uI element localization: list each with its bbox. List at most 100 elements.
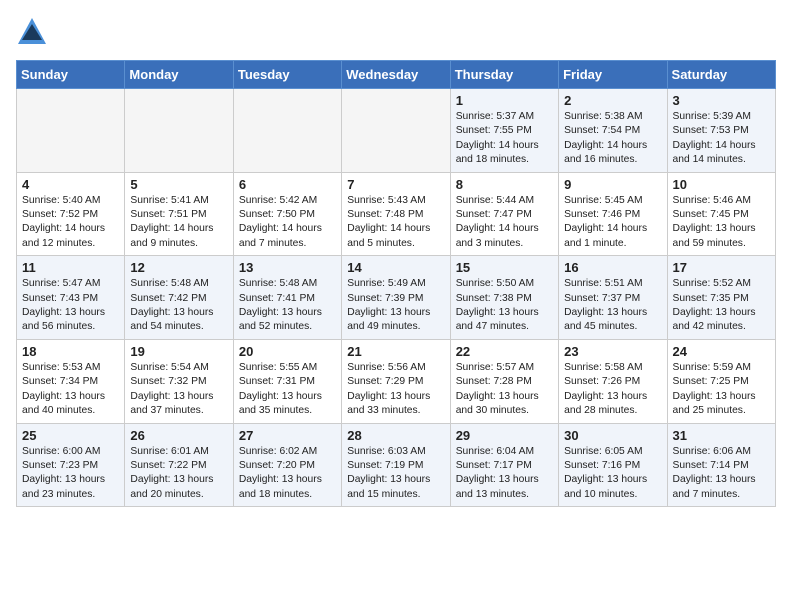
calendar-cell: 14 Sunrise: 5:49 AMSunset: 7:39 PMDayligh… xyxy=(342,256,450,340)
calendar-cell: 2Sunrise: 5:38 AMSunset: 7:54 PMDaylight… xyxy=(559,89,667,173)
calendar-cell: 17Sunrise: 5:52 AMSunset: 7:35 PMDayligh… xyxy=(667,256,775,340)
cell-info: Sunrise: 5:50 AM xyxy=(456,277,553,291)
calendar-cell: 27 Sunrise: 6:02 AMSunset: 7:20 PMDayligh… xyxy=(233,423,341,507)
day-number: 3 xyxy=(673,93,770,108)
cell-info: Sunset: 7:39 PM xyxy=(347,292,444,306)
cell-info: Sunset: 7:29 PM xyxy=(347,375,444,389)
day-number: 24 xyxy=(673,344,770,359)
cell-info: Sunrise: 6:05 AM xyxy=(564,445,661,459)
day-number: 22 xyxy=(456,344,553,359)
cell-info: Sunset: 7:46 PM xyxy=(564,208,661,222)
day-number: 13 xyxy=(239,260,336,275)
calendar-cell: 6Sunrise: 5:42 AMSunset: 7:50 PMDaylight… xyxy=(233,172,341,256)
calendar-cell: 26Sunrise: 6:01 AMSunset: 7:22 PMDayligh… xyxy=(125,423,233,507)
calendar-cell: 18Sunrise: 5:53 AMSunset: 7:34 PMDayligh… xyxy=(17,339,125,423)
cell-info: and 30 minutes. xyxy=(456,404,553,418)
calendar-cell: 11Sunrise: 5:47 AMSunset: 7:43 PMDayligh… xyxy=(17,256,125,340)
cell-info: and 33 minutes. xyxy=(347,404,444,418)
cell-info: and 13 minutes. xyxy=(456,488,553,502)
calendar-cell: 16Sunrise: 5:51 AMSunset: 7:37 PMDayligh… xyxy=(559,256,667,340)
day-number: 27 xyxy=(239,428,336,443)
cell-info: Sunset: 7:35 PM xyxy=(673,292,770,306)
cell-info: Daylight: 14 hours xyxy=(22,222,119,236)
cell-info: Sunset: 7:47 PM xyxy=(456,208,553,222)
cell-info: and 37 minutes. xyxy=(130,404,227,418)
cell-info: Sunrise: 5:40 AM xyxy=(22,194,119,208)
cell-info: Sunrise: 5:53 AM xyxy=(22,361,119,375)
cell-info: Sunrise: 5:52 AM xyxy=(673,277,770,291)
calendar-cell: 22Sunrise: 5:57 AMSunset: 7:28 PMDayligh… xyxy=(450,339,558,423)
cell-info: and 18 minutes. xyxy=(456,153,553,167)
calendar-table: SundayMondayTuesdayWednesdayThursdayFrid… xyxy=(16,60,776,507)
cell-info: Sunrise: 5:48 AM xyxy=(130,277,227,291)
cell-info: Sunset: 7:17 PM xyxy=(456,459,553,473)
day-number: 28 xyxy=(347,428,444,443)
cell-info: Daylight: 13 hours xyxy=(673,306,770,320)
col-header-tuesday: Tuesday xyxy=(233,61,341,89)
cell-info: and 25 minutes. xyxy=(673,404,770,418)
day-number: 6 xyxy=(239,177,336,192)
cell-info: Daylight: 14 hours xyxy=(564,139,661,153)
day-number: 21 xyxy=(347,344,444,359)
cell-info: Sunrise: 5:41 AM xyxy=(130,194,227,208)
cell-info: Sunset: 7:52 PM xyxy=(22,208,119,222)
cell-info: Daylight: 13 hours xyxy=(347,306,444,320)
cell-info: Sunset: 7:25 PM xyxy=(673,375,770,389)
cell-info: and 7 minutes. xyxy=(673,488,770,502)
cell-info: Daylight: 13 hours xyxy=(239,390,336,404)
day-number: 31 xyxy=(673,428,770,443)
cell-info: Sunrise: 5:55 AM xyxy=(239,361,336,375)
calendar-cell: 31Sunrise: 6:06 AMSunset: 7:14 PMDayligh… xyxy=(667,423,775,507)
cell-info: Sunrise: 5:49 AM xyxy=(347,277,444,291)
cell-info: Daylight: 14 hours xyxy=(239,222,336,236)
cell-info: Sunset: 7:48 PM xyxy=(347,208,444,222)
cell-info: Sunset: 7:43 PM xyxy=(22,292,119,306)
cell-info: Sunrise: 5:43 AM xyxy=(347,194,444,208)
cell-info: and 16 minutes. xyxy=(564,153,661,167)
calendar-cell xyxy=(233,89,341,173)
day-number: 7 xyxy=(347,177,444,192)
day-number: 8 xyxy=(456,177,553,192)
calendar-cell: 3Sunrise: 5:39 AMSunset: 7:53 PMDaylight… xyxy=(667,89,775,173)
day-number: 19 xyxy=(130,344,227,359)
cell-info: Daylight: 13 hours xyxy=(456,473,553,487)
cell-info: Sunset: 7:26 PM xyxy=(564,375,661,389)
cell-info: and 15 minutes. xyxy=(347,488,444,502)
cell-info: Sunset: 7:22 PM xyxy=(130,459,227,473)
cell-info: Daylight: 13 hours xyxy=(22,390,119,404)
day-number: 2 xyxy=(564,93,661,108)
cell-info: Daylight: 14 hours xyxy=(456,139,553,153)
cell-info: Sunrise: 5:58 AM xyxy=(564,361,661,375)
calendar-cell: 30Sunrise: 6:05 AMSunset: 7:16 PMDayligh… xyxy=(559,423,667,507)
day-number: 14 xyxy=(347,260,444,275)
cell-info: and 28 minutes. xyxy=(564,404,661,418)
cell-info: Sunrise: 5:59 AM xyxy=(673,361,770,375)
cell-info: Daylight: 13 hours xyxy=(673,473,770,487)
calendar-cell xyxy=(342,89,450,173)
calendar-cell xyxy=(17,89,125,173)
cell-info: Sunset: 7:50 PM xyxy=(239,208,336,222)
cell-info: Sunrise: 5:57 AM xyxy=(456,361,553,375)
cell-info: Sunrise: 5:46 AM xyxy=(673,194,770,208)
calendar-cell: 21Sunrise: 5:56 AMSunset: 7:29 PMDayligh… xyxy=(342,339,450,423)
cell-info: Sunset: 7:20 PM xyxy=(239,459,336,473)
day-number: 20 xyxy=(239,344,336,359)
col-header-friday: Friday xyxy=(559,61,667,89)
cell-info: and 14 minutes. xyxy=(673,153,770,167)
day-number: 9 xyxy=(564,177,661,192)
cell-info: Sunrise: 5:47 AM xyxy=(22,277,119,291)
cell-info: Daylight: 14 hours xyxy=(347,222,444,236)
cell-info: and 54 minutes. xyxy=(130,320,227,334)
cell-info: Sunrise: 6:02 AM xyxy=(239,445,336,459)
cell-info: Sunset: 7:54 PM xyxy=(564,124,661,138)
calendar-cell: 5Sunrise: 5:41 AMSunset: 7:51 PMDaylight… xyxy=(125,172,233,256)
cell-info: Daylight: 13 hours xyxy=(564,390,661,404)
cell-info: and 23 minutes. xyxy=(22,488,119,502)
cell-info: and 7 minutes. xyxy=(239,237,336,251)
cell-info: Sunset: 7:14 PM xyxy=(673,459,770,473)
cell-info: Daylight: 13 hours xyxy=(239,473,336,487)
cell-info: Daylight: 13 hours xyxy=(673,390,770,404)
cell-info: and 49 minutes. xyxy=(347,320,444,334)
cell-info: and 52 minutes. xyxy=(239,320,336,334)
calendar-cell: 20Sunrise: 5:55 AMSunset: 7:31 PMDayligh… xyxy=(233,339,341,423)
